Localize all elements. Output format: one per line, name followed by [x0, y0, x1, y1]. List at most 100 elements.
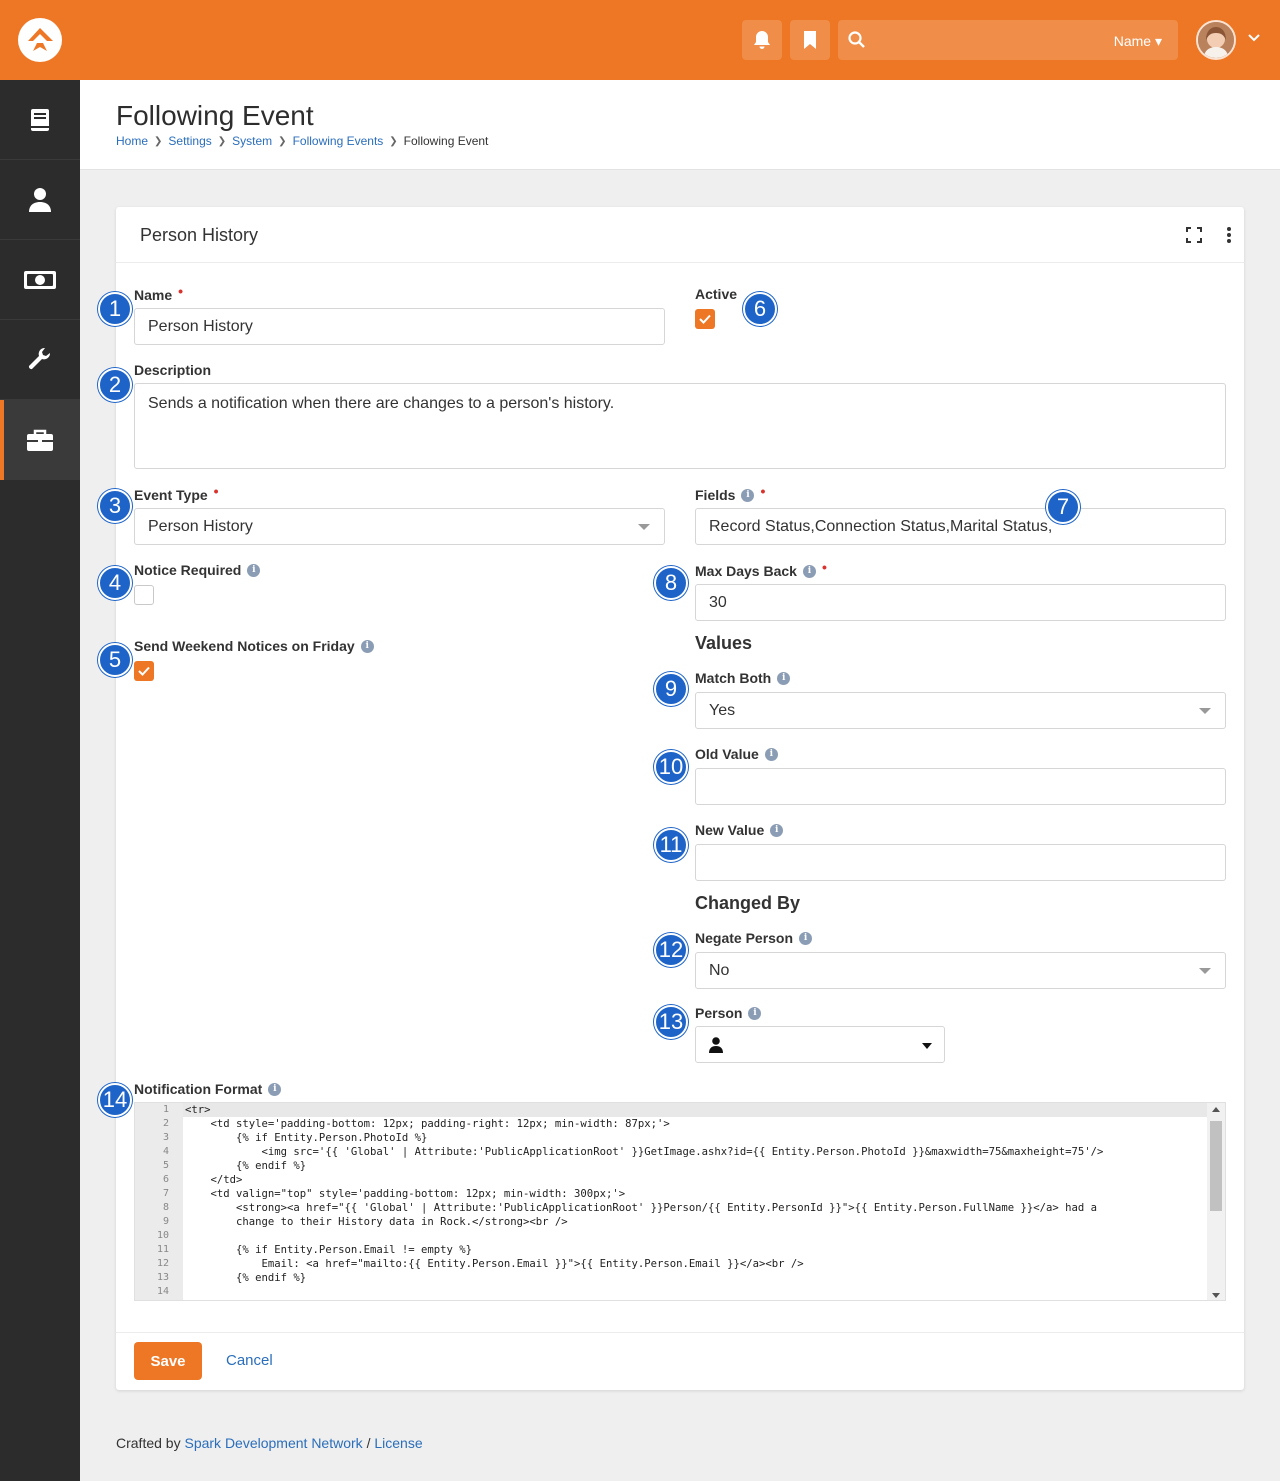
notice-required-checkbox[interactable]: [134, 585, 154, 605]
wrench-icon: [28, 347, 51, 369]
more-options-icon[interactable]: [1224, 227, 1234, 243]
scroll-down-icon[interactable]: [1212, 1293, 1220, 1298]
caret-down-icon: [1199, 967, 1211, 974]
callout-badge-3: 3: [98, 489, 132, 523]
notification-format-editor[interactable]: 1 2 3 4 5 6 7 8 9 10 11 12 13 14 <tr> <td style='padd…: [134, 1102, 1226, 1301]
info-icon[interactable]: i: [360, 639, 374, 653]
event-type-label: Event Type •: [134, 483, 219, 503]
footer-license-link[interactable]: License: [374, 1435, 422, 1451]
rock-logo-icon[interactable]: [18, 18, 62, 62]
line-number: 8: [162, 1202, 169, 1213]
breadcrumb-settings[interactable]: Settings: [168, 134, 211, 148]
event-type-select[interactable]: Person History: [134, 508, 665, 545]
sidebar-item-admin[interactable]: [0, 400, 80, 480]
breadcrumb-following-events[interactable]: Following Events: [293, 134, 384, 148]
fields-input[interactable]: Record Status,Connection Status,Marital …: [695, 508, 1226, 545]
name-input[interactable]: Person History: [134, 308, 665, 345]
negate-person-label-text: Negate Person: [695, 930, 794, 946]
event-type-label-text: Event Type: [134, 487, 208, 503]
checkmark-icon: [138, 666, 150, 676]
notification-format-label: Notification Format i: [134, 1081, 282, 1097]
search-bar[interactable]: Name ▾: [838, 20, 1178, 60]
sidebar-item-finance[interactable]: [0, 240, 80, 320]
bookmark-icon[interactable]: [790, 20, 830, 60]
person-picker[interactable]: [695, 1026, 945, 1063]
notification-format-label-text: Notification Format: [134, 1081, 263, 1097]
line-number: 5: [162, 1160, 169, 1171]
panel-header: Person History: [116, 207, 1244, 263]
info-icon[interactable]: i: [741, 488, 755, 502]
new-value-input[interactable]: [695, 844, 1226, 881]
line-number-gutter: 1 2 3 4 5 6 7 8 9 10 11 12 13 14: [135, 1103, 183, 1300]
line-number: 2: [162, 1118, 169, 1129]
info-icon[interactable]: i: [770, 823, 784, 837]
code-line: <strong><a href="{{ 'Global' | Attribute…: [185, 1202, 1098, 1214]
line-number: 10: [156, 1230, 169, 1241]
notifications-bell-icon[interactable]: [742, 20, 782, 60]
person-icon: [709, 1036, 723, 1053]
sidebar-item-books[interactable]: [0, 80, 80, 160]
info-icon[interactable]: i: [777, 671, 791, 685]
info-icon[interactable]: i: [247, 563, 261, 577]
code-line: <tr>: [185, 1104, 211, 1116]
line-number: 7: [162, 1188, 169, 1199]
save-button[interactable]: Save: [134, 1342, 202, 1380]
footer-org-link[interactable]: Spark Development Network: [184, 1435, 362, 1451]
info-icon[interactable]: i: [268, 1082, 282, 1096]
money-icon: [24, 270, 56, 289]
send-weekend-checkbox[interactable]: [134, 661, 154, 681]
line-number: 9: [162, 1216, 169, 1227]
code-line: {% if Entity.Person.PhotoId %}: [185, 1132, 428, 1144]
code-lines[interactable]: <tr> <td style='padding-bottom: 12px; pa…: [185, 1103, 1207, 1299]
breadcrumb-separator-icon: ❯: [154, 135, 163, 147]
event-type-value: Person History: [148, 517, 253, 535]
scroll-up-icon[interactable]: [1212, 1107, 1220, 1112]
required-indicator: •: [760, 483, 766, 499]
line-number: 12: [156, 1258, 169, 1269]
active-label: Active: [695, 286, 738, 302]
info-icon[interactable]: i: [764, 747, 778, 761]
breadcrumb-system[interactable]: System: [232, 134, 272, 148]
scrollbar-thumb[interactable]: [1210, 1121, 1222, 1211]
active-checkbox[interactable]: [695, 309, 715, 329]
code-line: <td valign="top" style='padding-bottom: …: [185, 1188, 626, 1200]
search-icon: [848, 31, 865, 48]
new-value-label-text: New Value: [695, 822, 765, 838]
negate-person-select[interactable]: No: [695, 952, 1226, 989]
new-value-label: New Value i: [695, 822, 784, 838]
line-number: 11: [156, 1244, 169, 1255]
max-days-back-input[interactable]: 30: [695, 584, 1226, 621]
required-indicator: •: [821, 559, 827, 575]
negate-person-label: Negate Person i: [695, 930, 813, 946]
line-number: 1: [162, 1104, 169, 1115]
breadcrumb-home[interactable]: Home: [116, 134, 148, 148]
match-both-select[interactable]: Yes: [695, 692, 1226, 729]
panel-footer-divider: [116, 1332, 1244, 1333]
info-icon[interactable]: i: [802, 564, 816, 578]
callout-badge-12: 12: [654, 933, 688, 967]
info-icon[interactable]: i: [799, 931, 813, 945]
callout-badge-5: 5: [98, 643, 132, 677]
description-textarea[interactable]: Sends a notification when there are chan…: [134, 383, 1226, 469]
notice-required-label-text: Notice Required: [134, 562, 242, 578]
sidebar-item-people[interactable]: [0, 160, 80, 240]
line-number: 13: [156, 1272, 169, 1283]
old-value-input[interactable]: [695, 768, 1226, 805]
chevron-down-icon[interactable]: [1246, 30, 1262, 46]
avatar[interactable]: [1196, 20, 1236, 60]
fields-label: Fields i •: [695, 483, 765, 503]
info-icon[interactable]: i: [748, 1006, 762, 1020]
code-line: {% if Entity.Person.Email != empty %}: [185, 1244, 473, 1256]
callout-badge-6: 6: [743, 292, 777, 326]
breadcrumb-separator-icon: ❯: [278, 135, 287, 147]
name-label: Name •: [134, 283, 183, 303]
footer-separator: /: [366, 1435, 371, 1451]
search-scope-dropdown[interactable]: Name ▾: [1114, 33, 1162, 50]
cancel-button[interactable]: Cancel: [226, 1352, 273, 1369]
editor-scrollbar[interactable]: [1207, 1103, 1225, 1300]
fullscreen-icon[interactable]: [1186, 227, 1202, 243]
person-label-text: Person: [695, 1005, 743, 1021]
sidebar-item-tools[interactable]: [0, 320, 80, 400]
breadcrumb-separator-icon: ❯: [217, 135, 227, 147]
